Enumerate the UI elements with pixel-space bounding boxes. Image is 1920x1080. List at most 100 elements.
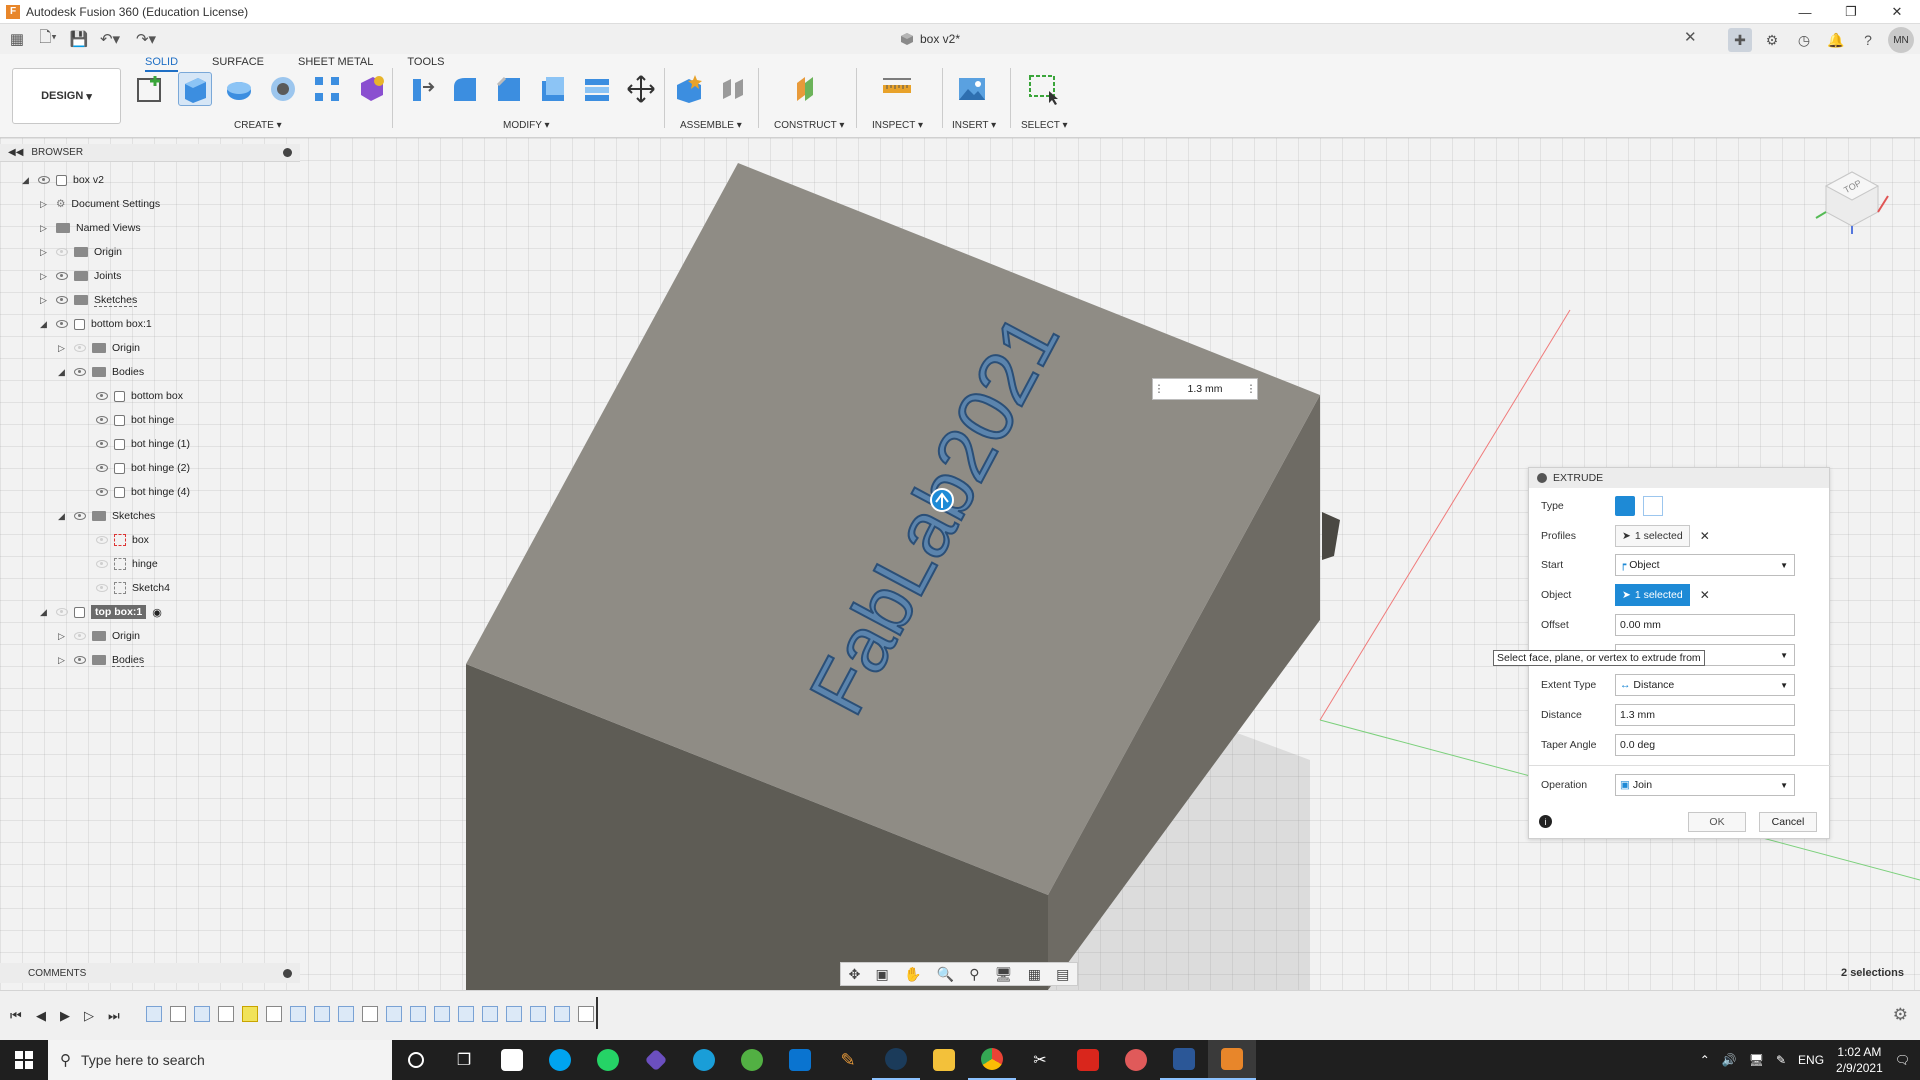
- display-icon[interactable]: 🖥: [1749, 1053, 1764, 1067]
- expand-triangle-icon[interactable]: ▷: [58, 631, 68, 642]
- collapse-triangle-icon[interactable]: ◢: [58, 367, 68, 378]
- go-to-start-icon[interactable]: ⏮: [10, 1008, 22, 1024]
- look-at-icon[interactable]: ▣: [876, 966, 889, 983]
- tree-item-root[interactable]: ◢ box v2: [22, 170, 104, 190]
- visibility-eye-icon[interactable]: [96, 584, 108, 592]
- tree-item-bodies[interactable]: ▷ Bodies: [58, 650, 145, 670]
- expand-triangle-icon[interactable]: ▷: [58, 343, 68, 354]
- taskbar-search-input[interactable]: ⚲ Type here to search: [48, 1040, 392, 1080]
- close-window-icon[interactable]: ✕: [1874, 0, 1920, 24]
- step-forward-icon[interactable]: ▷: [84, 1008, 94, 1024]
- visibility-eye-icon[interactable]: [96, 392, 108, 400]
- tree-item-joints[interactable]: ▷ Joints: [40, 266, 121, 286]
- visibility-eye-icon[interactable]: [96, 440, 108, 448]
- insert-image-icon[interactable]: [955, 72, 989, 106]
- file-explorer-icon[interactable]: [920, 1040, 968, 1080]
- task-view-icon[interactable]: ❐: [440, 1040, 488, 1080]
- pen-icon[interactable]: ✎: [1776, 1053, 1786, 1067]
- visibility-eye-icon[interactable]: [56, 320, 68, 328]
- grid-settings-icon[interactable]: ▦: [1028, 966, 1041, 983]
- hole-icon[interactable]: [266, 72, 300, 106]
- construct-group-label[interactable]: CONSTRUCT ▾: [774, 120, 844, 131]
- expand-triangle-icon[interactable]: ▷: [40, 247, 50, 258]
- collapse-triangle-icon[interactable]: ◢: [58, 511, 68, 522]
- visibility-eye-icon[interactable]: [56, 608, 68, 616]
- extent-type-select[interactable]: ↔ Distance ▼: [1615, 674, 1795, 696]
- step-back-icon[interactable]: ◀: [36, 1008, 46, 1024]
- timeline-feature[interactable]: [386, 1006, 402, 1022]
- store-icon[interactable]: [488, 1040, 536, 1080]
- extrude-dialog-header[interactable]: EXTRUDE: [1529, 468, 1829, 488]
- tree-item-bodies[interactable]: ◢ Bodies: [58, 362, 144, 382]
- save-icon[interactable]: 💾: [66, 28, 92, 50]
- timeline-settings-gear-icon[interactable]: ⚙: [1893, 1005, 1908, 1025]
- windows-start-icon[interactable]: [0, 1040, 48, 1080]
- tab-solid[interactable]: SOLID: [145, 56, 179, 72]
- whatsapp-icon[interactable]: [584, 1040, 632, 1080]
- timeline-feature[interactable]: [434, 1006, 450, 1022]
- create-sketch-icon[interactable]: [134, 72, 168, 106]
- timeline-feature[interactable]: [554, 1006, 570, 1022]
- create-group-label[interactable]: CREATE ▾: [234, 120, 282, 131]
- undo-icon[interactable]: ↶▾: [92, 28, 128, 50]
- timeline-feature[interactable]: [506, 1006, 522, 1022]
- expand-triangle-icon[interactable]: ▷: [58, 655, 68, 666]
- visibility-eye-icon[interactable]: [96, 416, 108, 424]
- visibility-eye-icon[interactable]: [74, 512, 86, 520]
- app-diamond-icon[interactable]: [632, 1040, 680, 1080]
- tree-item-sketch[interactable]: Sketch4: [96, 578, 170, 598]
- tab-surface[interactable]: SURFACE: [212, 56, 264, 72]
- clock[interactable]: 1:02 AM 2/9/2021: [1836, 1044, 1883, 1076]
- timeline-feature[interactable]: [218, 1006, 234, 1022]
- browser-header[interactable]: ◀◀ BROWSER: [0, 144, 300, 162]
- document-tab[interactable]: box v2*: [900, 28, 960, 50]
- visibility-eye-icon[interactable]: [56, 272, 68, 280]
- modify-group-label[interactable]: MODIFY ▾: [503, 120, 550, 131]
- start-select[interactable]: ┍ Object ▼: [1615, 554, 1795, 576]
- play-icon[interactable]: ▶: [60, 1008, 70, 1024]
- tab-tools[interactable]: TOOLS: [407, 56, 444, 72]
- move-copy-icon[interactable]: [624, 72, 658, 106]
- cortana-icon[interactable]: [392, 1040, 440, 1080]
- object-selection-button[interactable]: ➤ 1 selected: [1615, 584, 1690, 606]
- pattern-icon[interactable]: [310, 72, 344, 106]
- view-cube[interactable]: TOP: [1812, 156, 1892, 236]
- timeline-feature[interactable]: [314, 1006, 330, 1022]
- chrome-icon[interactable]: [968, 1040, 1016, 1080]
- extensions-icon[interactable]: ⚙: [1760, 28, 1784, 52]
- timeline-feature[interactable]: [266, 1006, 282, 1022]
- measure-icon[interactable]: [880, 72, 914, 106]
- insert-group-label[interactable]: INSERT ▾: [952, 120, 996, 131]
- visibility-eye-icon[interactable]: [96, 464, 108, 472]
- collapse-triangle-icon[interactable]: ◢: [40, 319, 50, 330]
- tree-item-origin[interactable]: ▷ Origin: [58, 626, 140, 646]
- timeline-feature[interactable]: [410, 1006, 426, 1022]
- expand-triangle-icon[interactable]: ▷: [40, 295, 50, 306]
- xbox-icon[interactable]: [728, 1040, 776, 1080]
- visibility-eye-icon[interactable]: [96, 488, 108, 496]
- tree-item-document-settings[interactable]: ▷ ⚙ Document Settings: [40, 194, 160, 214]
- fit-icon[interactable]: ⚲: [969, 966, 979, 983]
- tree-item-named-views[interactable]: ▷ Named Views: [40, 218, 141, 238]
- taper-angle-input[interactable]: 0.0 deg: [1615, 734, 1795, 756]
- visibility-eye-icon[interactable]: [96, 560, 108, 568]
- tree-item-sketches[interactable]: ▷ Sketches: [40, 290, 138, 310]
- timeline-feature[interactable]: [458, 1006, 474, 1022]
- select-group-label[interactable]: SELECT ▾: [1021, 120, 1068, 131]
- timeline-feature[interactable]: [146, 1006, 162, 1022]
- pan-hand-icon[interactable]: ✋: [904, 966, 921, 983]
- timeline-feature[interactable]: [362, 1006, 378, 1022]
- visibility-eye-icon[interactable]: [74, 632, 86, 640]
- timeline-feature[interactable]: [242, 1006, 258, 1022]
- minimize-icon[interactable]: —: [1782, 0, 1828, 24]
- app-red-icon[interactable]: [1112, 1040, 1160, 1080]
- skype-icon[interactable]: [536, 1040, 584, 1080]
- press-pull-icon[interactable]: [404, 72, 438, 106]
- extrude-icon[interactable]: [178, 72, 212, 106]
- expand-triangle-icon[interactable]: ▷: [40, 223, 50, 234]
- visibility-eye-icon[interactable]: [56, 248, 68, 256]
- volume-icon[interactable]: 🔊: [1722, 1053, 1737, 1067]
- tree-item-top-box[interactable]: ◢ top box:1 ◉: [40, 602, 162, 622]
- tree-item-body[interactable]: bot hinge (2): [96, 458, 190, 478]
- tree-item-sketch[interactable]: box: [96, 530, 149, 550]
